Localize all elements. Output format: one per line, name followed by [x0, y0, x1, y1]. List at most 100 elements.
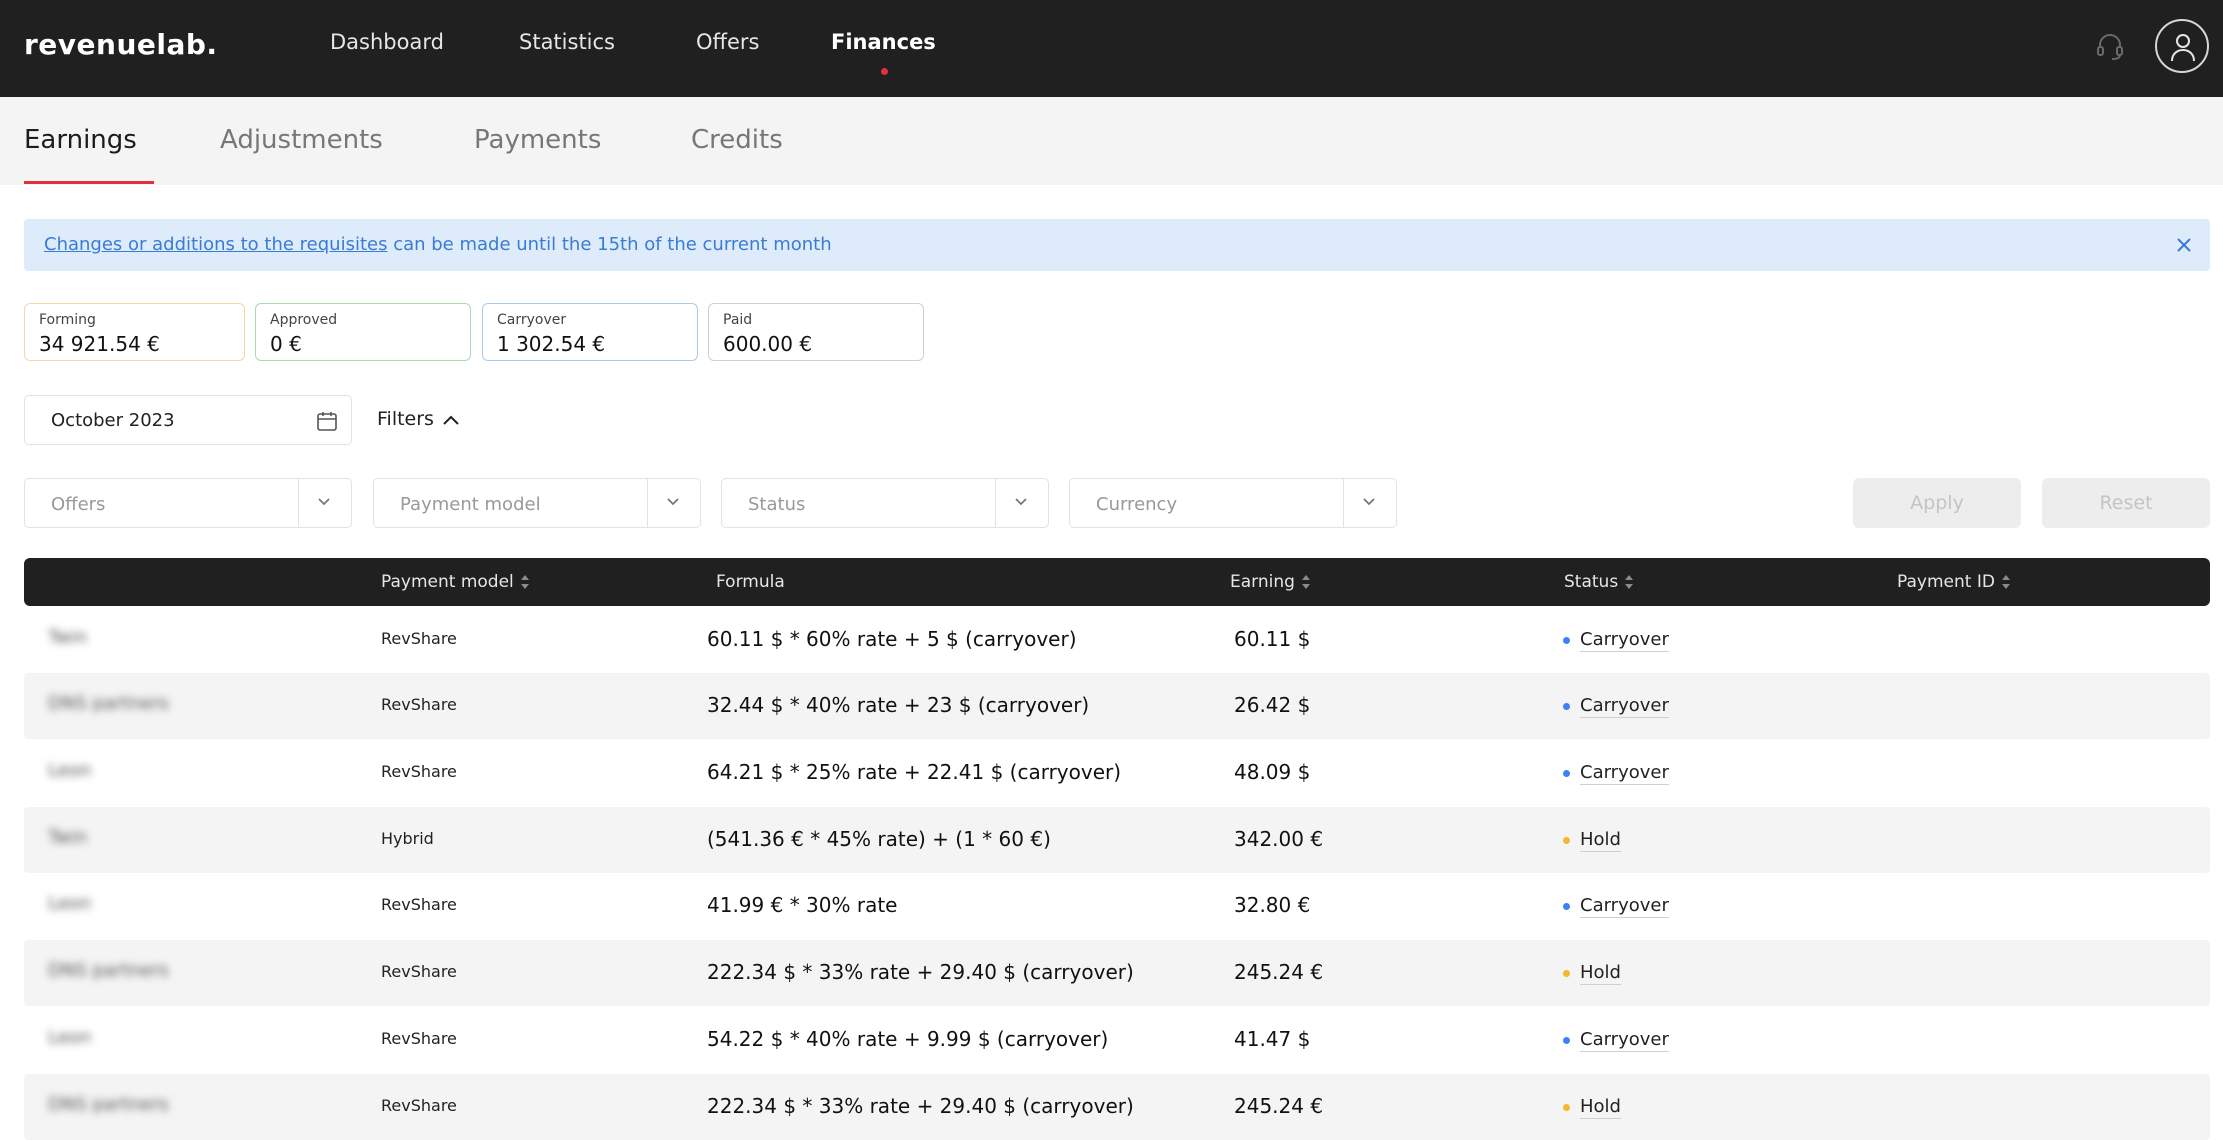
sort-icon — [1625, 575, 1634, 589]
table-row: Leon RevShare 64.21 $ * 25% rate + 22.41… — [24, 740, 2210, 806]
select-divider — [298, 479, 299, 527]
payment-model-cell: Hybrid — [381, 829, 434, 848]
finances-tabs: Earnings Adjustments Payments Credits — [0, 97, 2223, 185]
status-label: Carryover — [1580, 1029, 1669, 1052]
formula-cell: (541.36 € * 45% rate) + (1 * 60 €) — [707, 827, 1051, 851]
summary-card-forming: Forming 34 921.54 € — [24, 303, 245, 361]
status-dot — [1563, 836, 1570, 844]
period-picker[interactable]: October 2023 — [24, 395, 352, 445]
tab-credits[interactable]: Credits — [691, 125, 783, 155]
formula-cell: 222.34 $ * 33% rate + 29.40 $ (carryover… — [707, 960, 1134, 984]
status-badge[interactable]: Hold — [1563, 829, 1621, 852]
period-value: October 2023 — [51, 410, 175, 431]
column-formula: Formula — [716, 572, 785, 592]
status-badge[interactable]: Hold — [1563, 1096, 1621, 1119]
earning-cell: 26.42 $ — [1234, 693, 1311, 717]
select-divider — [647, 479, 648, 527]
table-row: Leon RevShare 41.99 € * 30% rate 32.80 €… — [24, 873, 2210, 939]
reset-button[interactable]: Reset — [2042, 478, 2210, 528]
column-label: Formula — [716, 572, 785, 592]
status-badge[interactable]: Carryover — [1563, 1029, 1669, 1052]
brand-logo[interactable]: revenuelab. — [24, 28, 218, 61]
offer-name: DNS partners — [48, 960, 169, 981]
payment-model-cell: RevShare — [381, 629, 457, 648]
summary-card-carryover: Carryover 1 302.54 € — [482, 303, 698, 361]
status-dot — [1563, 702, 1570, 710]
offer-name: DNS partners — [48, 693, 169, 714]
payment-model-cell: RevShare — [381, 695, 457, 714]
summary-card-paid: Paid 600.00 € — [708, 303, 924, 361]
calendar-icon — [317, 412, 337, 431]
nav-statistics[interactable]: Statistics — [519, 30, 615, 54]
column-label: Earning — [1230, 572, 1295, 592]
status-dot — [1563, 1036, 1570, 1044]
status-label: Carryover — [1580, 895, 1669, 918]
tab-adjustments[interactable]: Adjustments — [220, 125, 383, 155]
summary-card-approved: Approved 0 € — [255, 303, 471, 361]
offer-name: Twin — [48, 627, 88, 648]
offer-name: Leon — [48, 1027, 92, 1048]
select-placeholder: Payment model — [400, 494, 541, 515]
status-select[interactable]: Status — [721, 478, 1049, 528]
status-dot — [1563, 1103, 1570, 1111]
earning-cell: 60.11 $ — [1234, 627, 1311, 651]
sort-icon — [1301, 575, 1310, 589]
filters-label: Filters — [377, 408, 434, 430]
table-row: DNS partners RevShare 222.34 $ * 33% rat… — [24, 940, 2210, 1006]
earning-cell: 342.00 € — [1234, 827, 1324, 851]
offer-name: DNS partners — [48, 1094, 169, 1115]
summary-label: Forming — [39, 312, 96, 328]
table-row: Twin Hybrid (541.36 € * 45% rate) + (1 *… — [24, 807, 2210, 873]
payment-model-select[interactable]: Payment model — [373, 478, 701, 528]
apply-button[interactable]: Apply — [1853, 478, 2021, 528]
offers-select[interactable]: Offers — [24, 478, 352, 528]
payment-model-cell: RevShare — [381, 1096, 457, 1115]
status-dot — [1563, 902, 1570, 910]
chevron-up-icon — [443, 415, 459, 425]
column-payment-id[interactable]: Payment ID — [1897, 572, 2011, 592]
chevron-down-icon — [318, 498, 330, 506]
status-badge[interactable]: Hold — [1563, 962, 1621, 985]
summary-value: 1 302.54 € — [497, 332, 606, 356]
nav-dashboard[interactable]: Dashboard — [330, 30, 444, 54]
headset-icon[interactable] — [2094, 30, 2126, 62]
requisites-notice: Changes or additions to the requisites c… — [24, 219, 2210, 271]
table-row: DNS partners RevShare 32.44 $ * 40% rate… — [24, 673, 2210, 739]
formula-cell: 32.44 $ * 40% rate + 23 $ (carryover) — [707, 693, 1090, 717]
nav-offers[interactable]: Offers — [696, 30, 760, 54]
payment-model-cell: RevShare — [381, 1029, 457, 1048]
column-earning[interactable]: Earning — [1230, 572, 1311, 592]
payment-model-cell: RevShare — [381, 962, 457, 981]
user-avatar-button[interactable] — [2155, 19, 2209, 73]
status-badge[interactable]: Carryover — [1563, 629, 1669, 652]
status-badge[interactable]: Carryover — [1563, 895, 1669, 918]
earnings-table-header: Payment model Formula Earning Status Pay… — [24, 558, 2210, 606]
column-label: Payment ID — [1897, 572, 1995, 592]
requisites-link[interactable]: Changes or additions to the requisites — [44, 234, 387, 255]
offer-name: Twin — [48, 827, 88, 848]
column-payment-model[interactable]: Payment model — [381, 572, 530, 592]
tab-earnings[interactable]: Earnings — [24, 125, 137, 155]
user-icon — [2171, 34, 2195, 62]
earning-cell: 245.24 € — [1234, 1094, 1324, 1118]
table-row: Twin RevShare 60.11 $ * 60% rate + 5 $ (… — [24, 607, 2210, 673]
status-badge[interactable]: Carryover — [1563, 762, 1669, 785]
formula-cell: 64.21 $ * 25% rate + 22.41 $ (carryover) — [707, 760, 1122, 784]
payment-model-cell: RevShare — [381, 762, 457, 781]
top-navbar: revenuelab. Dashboard Statistics Offers … — [0, 0, 2223, 97]
earning-cell: 245.24 € — [1234, 960, 1324, 984]
currency-select[interactable]: Currency — [1069, 478, 1397, 528]
summary-value: 0 € — [270, 332, 302, 356]
column-status[interactable]: Status — [1564, 572, 1634, 592]
close-icon[interactable] — [2174, 235, 2194, 255]
nav-finances[interactable]: Finances — [831, 30, 936, 54]
status-badge[interactable]: Carryover — [1563, 695, 1669, 718]
select-placeholder: Status — [748, 494, 806, 515]
offer-name: Leon — [48, 760, 92, 781]
filters-toggle[interactable]: Filters — [377, 408, 460, 430]
offer-name: Leon — [48, 893, 92, 914]
select-divider — [1343, 479, 1344, 527]
tab-payments[interactable]: Payments — [474, 125, 601, 155]
status-dot — [1563, 969, 1570, 977]
summary-value: 600.00 € — [723, 332, 813, 356]
